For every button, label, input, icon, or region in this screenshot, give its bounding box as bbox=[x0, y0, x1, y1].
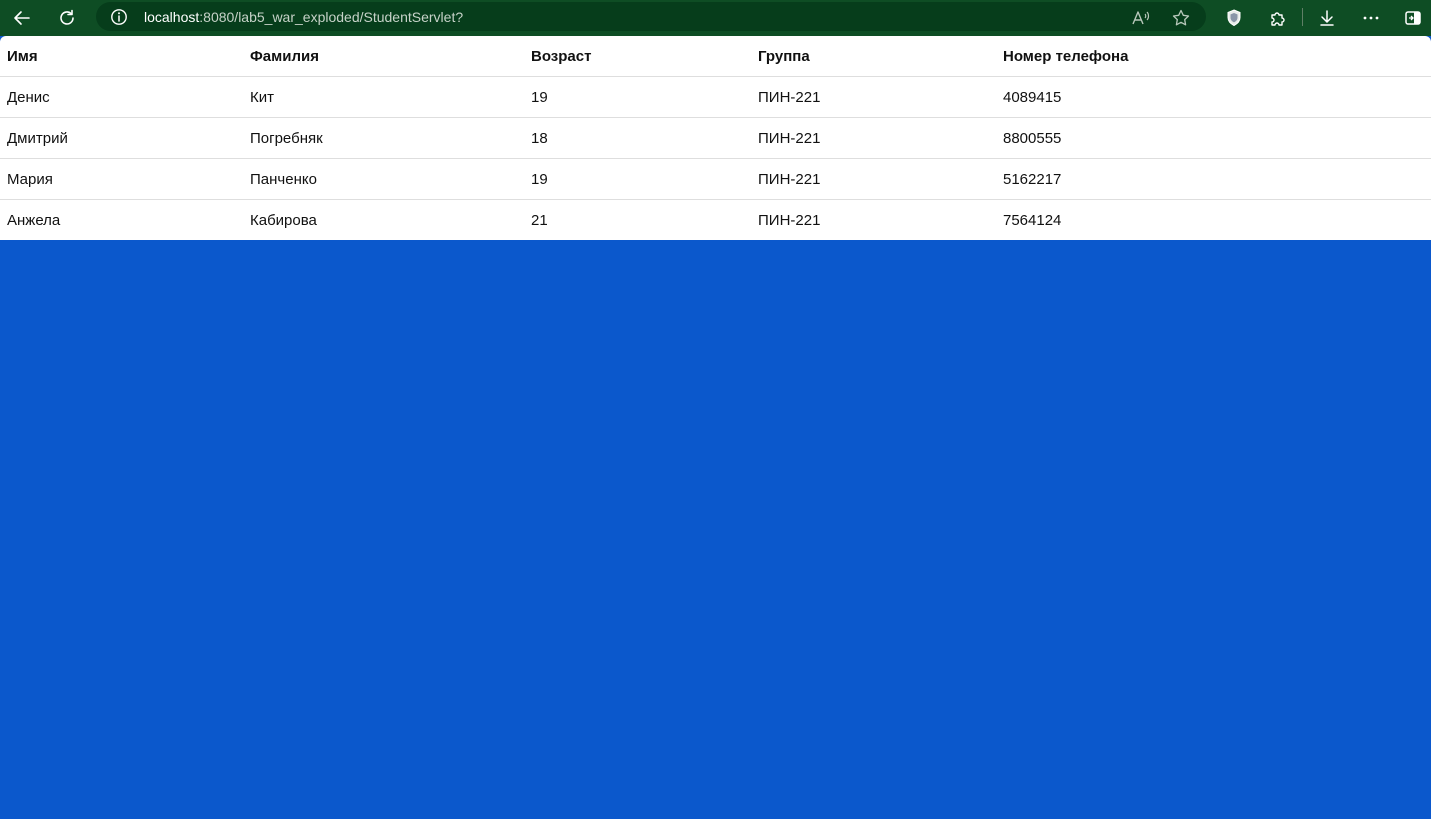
download-icon bbox=[1317, 8, 1337, 28]
cell-last-name: Погребняк bbox=[243, 117, 524, 159]
shield-button[interactable] bbox=[1219, 3, 1249, 33]
cell-first-name: Анжела bbox=[7, 211, 61, 229]
toolbar-divider bbox=[1302, 8, 1303, 26]
cell-group: ПИН-221 bbox=[751, 76, 996, 118]
table-row: Денис Кит 19 ПИН-221 4089415 bbox=[0, 76, 1431, 118]
puzzle-icon bbox=[1268, 8, 1288, 28]
cell-age: 18 bbox=[524, 117, 751, 159]
extensions-button[interactable] bbox=[1263, 3, 1293, 33]
cell-age: 19 bbox=[524, 158, 751, 200]
cell-age: 21 bbox=[531, 211, 548, 229]
table-row: Анжела Кабирова 21 ПИН-221 7564124 bbox=[0, 200, 1431, 241]
address-bar[interactable]: localhost:8080/lab5_war_exploded/Student… bbox=[96, 2, 1206, 31]
cell-group: ПИН-221 bbox=[751, 158, 996, 200]
cell-first-name: Мария bbox=[0, 158, 243, 200]
column-header-last-name: Фамилия bbox=[243, 36, 524, 77]
cell-phone: 8800555 bbox=[996, 117, 1431, 159]
cell-first-name: Дмитрий bbox=[0, 117, 243, 159]
url-host: localhost bbox=[144, 9, 200, 25]
read-aloud-icon bbox=[1131, 8, 1151, 28]
info-icon[interactable] bbox=[110, 8, 128, 26]
cell-phone: 7564124 bbox=[1003, 211, 1062, 229]
table-row: Дмитрий Погребняк 18 ПИН-221 8800555 bbox=[0, 117, 1431, 159]
table-row: Мария Панченко 19 ПИН-221 5162217 bbox=[0, 158, 1431, 200]
cell-last-name: Кабирова bbox=[250, 211, 317, 229]
browser-toolbar: localhost:8080/lab5_war_exploded/Student… bbox=[0, 0, 1431, 36]
page-content: Имя Фамилия Возраст Группа Номер телефон… bbox=[0, 36, 1431, 240]
cell-last-name: Панченко bbox=[243, 158, 524, 200]
cell-first-name: Денис bbox=[0, 76, 243, 118]
column-header-age: Возраст bbox=[524, 36, 751, 77]
read-aloud-button[interactable] bbox=[1126, 3, 1156, 33]
refresh-button[interactable] bbox=[52, 3, 82, 33]
cell-phone: 5162217 bbox=[996, 158, 1431, 200]
downloads-button[interactable] bbox=[1312, 3, 1342, 33]
more-icon bbox=[1361, 8, 1381, 28]
column-header-phone: Номер телефона bbox=[996, 36, 1431, 77]
url-path: :8080/lab5_war_exploded/StudentServlet? bbox=[199, 9, 464, 25]
cell-group: ПИН-221 bbox=[751, 117, 996, 159]
url-text[interactable]: localhost:8080/lab5_war_exploded/Student… bbox=[144, 9, 463, 25]
cell-last-name: Кит bbox=[243, 76, 524, 118]
favorite-button[interactable] bbox=[1166, 3, 1196, 33]
table-header-row: Имя Фамилия Возраст Группа Номер телефон… bbox=[0, 36, 1431, 77]
refresh-icon bbox=[57, 8, 77, 28]
cell-group: ПИН-221 bbox=[758, 211, 821, 229]
column-header-first-name: Имя bbox=[0, 36, 243, 77]
back-button[interactable] bbox=[7, 3, 37, 33]
back-arrow-icon bbox=[12, 8, 32, 28]
star-icon bbox=[1171, 8, 1191, 28]
cell-age: 19 bbox=[524, 76, 751, 118]
sidebar-button[interactable] bbox=[1398, 3, 1428, 33]
shield-icon bbox=[1224, 8, 1244, 28]
students-table: Имя Фамилия Возраст Группа Номер телефон… bbox=[0, 36, 1431, 240]
menu-button[interactable] bbox=[1356, 3, 1386, 33]
sidebar-icon bbox=[1403, 8, 1423, 28]
column-header-group: Группа bbox=[751, 36, 996, 77]
cell-phone: 4089415 bbox=[996, 76, 1431, 118]
